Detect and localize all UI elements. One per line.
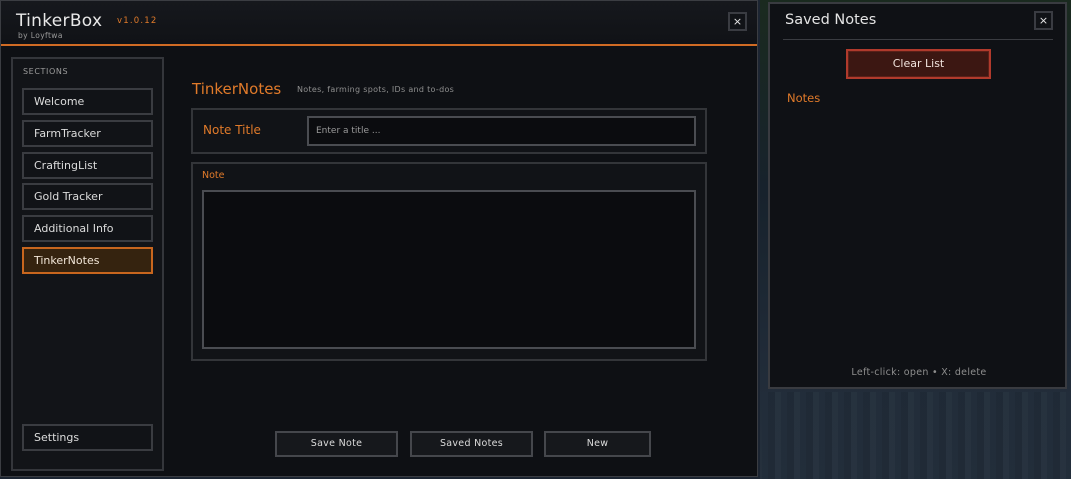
section-subtitle: Notes, farming spots, IDs and to-dos xyxy=(297,85,455,94)
window-titlebar[interactable]: TinkerBox v1.0.12 by Loyftwa xyxy=(1,1,757,46)
close-window-button[interactable]: × xyxy=(728,12,747,31)
sidebar-item-welcome[interactable]: Welcome xyxy=(22,88,153,115)
sidebar-item-gold-tracker[interactable]: Gold Tracker xyxy=(22,183,153,210)
sidebar-heading: SECTIONS xyxy=(23,67,69,76)
app-title: TinkerBox xyxy=(16,11,103,31)
saved-notes-hint: Left-click: open • X: delete xyxy=(851,367,987,378)
section-title: TinkerNotes xyxy=(192,80,282,98)
sidebar-item-farmtracker[interactable]: FarmTracker xyxy=(22,120,153,147)
note-title-input[interactable] xyxy=(307,116,696,146)
app-version: v1.0.12 xyxy=(117,16,158,26)
saved-notes-title: Saved Notes xyxy=(785,12,877,28)
saved-notes-button[interactable]: Saved Notes xyxy=(410,431,533,457)
app-author: by Loyftwa xyxy=(18,31,63,40)
sidebar-item-craftinglist[interactable]: CraftingList xyxy=(22,152,153,179)
sidebar-item-settings[interactable]: Settings xyxy=(22,424,153,451)
notes-list-heading: Notes xyxy=(787,91,821,105)
sections-sidebar: SECTIONS Welcome FarmTracker CraftingLis… xyxy=(11,57,164,471)
note-body-label: Note xyxy=(202,170,225,181)
note-title-label: Note Title xyxy=(203,123,261,137)
background-ground xyxy=(762,392,1071,479)
sidebar-item-additional-info[interactable]: Additional Info xyxy=(22,215,153,242)
new-note-button[interactable]: New xyxy=(544,431,651,457)
close-saved-notes-button[interactable]: × xyxy=(1034,11,1053,30)
clear-list-button[interactable]: Clear List xyxy=(846,49,991,79)
save-note-button[interactable]: Save Note xyxy=(275,431,398,457)
sidebar-item-tinkernotes[interactable]: TinkerNotes xyxy=(22,247,153,274)
note-body-textarea[interactable] xyxy=(202,190,696,349)
saved-notes-divider xyxy=(783,39,1053,40)
